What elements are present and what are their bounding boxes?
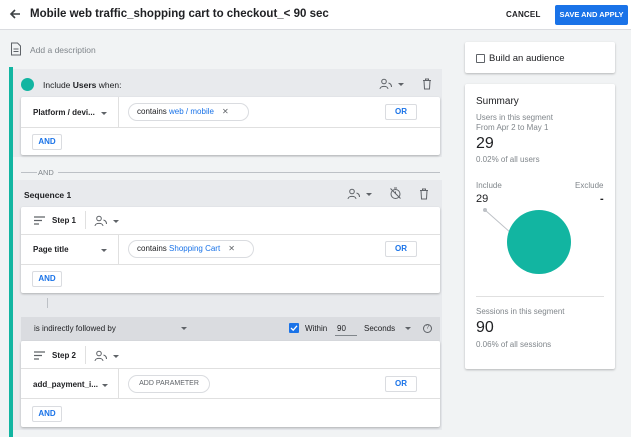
- and-separator-line: [58, 172, 440, 173]
- include-leader-dot: [483, 208, 487, 212]
- followed-by-select[interactable]: is indirectly followed by: [34, 324, 116, 333]
- users-value: 29: [476, 135, 494, 152]
- delete-icon[interactable]: [422, 78, 432, 90]
- step-2-and-button[interactable]: AND: [32, 406, 62, 422]
- help-icon[interactable]: ?: [423, 324, 432, 333]
- step-1-dimension-select[interactable]: Page title: [33, 245, 69, 254]
- include-label: Include: [476, 181, 502, 190]
- step-1-dimension-chevron-down-icon[interactable]: [101, 249, 107, 252]
- scope-selector-icon[interactable]: [379, 78, 393, 90]
- header-divider: [85, 211, 86, 229]
- sort-icon: [34, 216, 45, 225]
- users-in-segment-label: Users in this segment: [476, 113, 553, 122]
- column-divider: [118, 234, 119, 264]
- sequence-scope-chevron-down-icon[interactable]: [366, 193, 372, 196]
- step-2-scope-chevron-down-icon[interactable]: [113, 355, 119, 358]
- step-1-condition-chip[interactable]: contains Shopping Cart ✕: [128, 240, 254, 258]
- or-button[interactable]: OR: [385, 104, 417, 120]
- within-value-input[interactable]: 90: [337, 324, 346, 333]
- step-1-or-button[interactable]: OR: [385, 241, 417, 257]
- description-icon: [11, 42, 21, 56]
- step-2-or-button[interactable]: OR: [385, 376, 417, 392]
- step-2-event-select[interactable]: add_payment_i...: [33, 380, 98, 389]
- save-and-apply-button[interactable]: SAVE AND APPLY: [555, 5, 628, 25]
- column-divider: [118, 368, 119, 398]
- row-divider: [21, 127, 440, 128]
- within-checkbox[interactable]: [289, 323, 299, 333]
- exclude-label: Exclude: [575, 181, 604, 190]
- step-2-label: Step 2: [52, 351, 77, 360]
- sessions-value: 90: [476, 319, 494, 336]
- timer-off-icon[interactable]: [389, 187, 402, 200]
- and-separator-line: [21, 172, 37, 173]
- row-divider: [21, 368, 440, 369]
- date-range: From Apr 2 to May 1: [476, 123, 549, 132]
- sequence-scope-icon[interactable]: [347, 188, 361, 200]
- step-1-scope-icon[interactable]: [94, 215, 108, 227]
- input-underline: [335, 335, 357, 336]
- build-audience-label: Build an audience: [489, 53, 565, 64]
- description-input[interactable]: Add a description: [30, 45, 96, 55]
- dimension-chevron-down-icon[interactable]: [101, 112, 107, 115]
- add-parameter-button[interactable]: ADD PARAMETER: [128, 375, 210, 393]
- back-arrow-icon[interactable]: [7, 6, 23, 22]
- followed-by-chevron-down-icon[interactable]: [181, 327, 187, 330]
- step-1-scope-chevron-down-icon[interactable]: [113, 220, 119, 223]
- row-divider: [21, 264, 440, 265]
- scope-chevron-down-icon[interactable]: [398, 83, 404, 86]
- summary-title: Summary: [476, 96, 519, 107]
- step-connector: [47, 298, 48, 308]
- close-icon[interactable]: ✕: [228, 244, 235, 253]
- users-percentage: 0.02% of all users: [476, 155, 540, 164]
- cancel-button[interactable]: CANCEL: [506, 10, 541, 19]
- and-separator-label: AND: [38, 168, 54, 177]
- within-unit-select[interactable]: Seconds: [364, 324, 395, 333]
- summary-divider: [476, 296, 604, 297]
- sessions-in-segment-label: Sessions in this segment: [476, 307, 565, 316]
- unit-chevron-down-icon[interactable]: [405, 327, 411, 330]
- close-icon[interactable]: ✕: [222, 107, 229, 116]
- row-divider: [21, 234, 440, 235]
- step-2-event-chevron-down-icon[interactable]: [102, 384, 108, 387]
- condition-chip[interactable]: contains web / mobile ✕: [128, 103, 249, 121]
- include-users-label: Include Users when:: [43, 80, 122, 90]
- step-1-label: Step 1: [52, 216, 77, 225]
- sequence-delete-icon[interactable]: [419, 188, 429, 200]
- sort-icon: [34, 351, 45, 360]
- top-bar: Mobile web traffic_shopping cart to chec…: [0, 0, 631, 30]
- within-label: Within: [305, 324, 328, 333]
- sessions-percentage: 0.06% of all sessions: [476, 340, 552, 349]
- segment-pie-chart: [483, 208, 571, 274]
- row-divider: [21, 398, 440, 399]
- header-divider: [85, 346, 86, 364]
- include-indicator-icon: [21, 78, 34, 91]
- column-divider: [118, 97, 119, 127]
- step-1-and-button[interactable]: AND: [32, 271, 62, 287]
- and-button[interactable]: AND: [32, 134, 62, 150]
- sequence-title: Sequence 1: [24, 190, 72, 200]
- pie-slice-include: [507, 210, 571, 274]
- exclude-value: -: [600, 193, 604, 205]
- dimension-select[interactable]: Platform / devi...: [33, 108, 95, 117]
- check-icon: [290, 325, 298, 332]
- build-audience-checkbox[interactable]: [476, 54, 485, 63]
- step-2-scope-icon[interactable]: [94, 350, 108, 362]
- include-value: 29: [476, 193, 489, 205]
- page-title: Mobile web traffic_shopping cart to chec…: [30, 8, 329, 20]
